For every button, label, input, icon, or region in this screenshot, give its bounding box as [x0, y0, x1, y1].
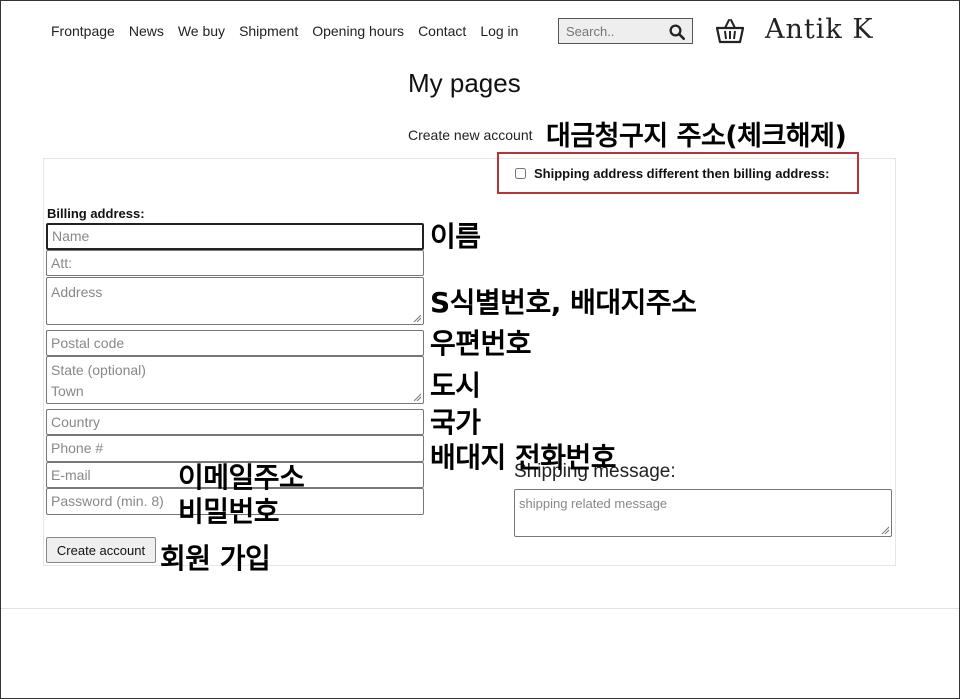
name-placeholder: Name: [52, 228, 90, 244]
basket-icon[interactable]: [716, 18, 744, 44]
create-account-heading: Create new account: [408, 127, 533, 143]
nav-contact[interactable]: Contact: [418, 23, 466, 39]
nav-news[interactable]: News: [129, 23, 164, 39]
search-input[interactable]: [559, 23, 664, 39]
password-placeholder: Password (min. 8): [51, 493, 164, 509]
shipping-different-checkbox[interactable]: [515, 168, 526, 179]
nav-opening-hours[interactable]: Opening hours: [312, 23, 404, 39]
annotation-address: S식별번호, 배대지주소: [430, 286, 697, 319]
annotation-password: 비밀번호: [178, 495, 280, 528]
postal-code-field[interactable]: Postal code: [46, 330, 424, 356]
shipping-message-placeholder: shipping related message: [519, 496, 668, 511]
footer-divider: [1, 608, 959, 609]
shipping-different-toggle[interactable]: Shipping address different then billing …: [515, 166, 829, 181]
annotation-signup: 회원 가입: [160, 542, 271, 575]
billing-address-label: Billing address:: [47, 206, 145, 221]
shipping-message-field[interactable]: shipping related message: [514, 489, 892, 537]
address-placeholder: Address: [51, 284, 103, 300]
nav-log-in[interactable]: Log in: [480, 23, 518, 39]
page-title: My pages: [408, 68, 521, 98]
nav-we-buy[interactable]: We buy: [178, 23, 225, 39]
nav-frontpage[interactable]: Frontpage: [51, 23, 115, 39]
name-field[interactable]: Name: [46, 223, 424, 250]
brand-logo[interactable]: Antik K: [765, 14, 874, 45]
postal-placeholder: Postal code: [51, 334, 125, 351]
address-field[interactable]: Address: [46, 277, 424, 325]
email-placeholder: E-mail: [51, 466, 91, 483]
resize-grip-icon[interactable]: [413, 393, 421, 401]
annotation-name: 이름: [430, 220, 481, 253]
country-placeholder: Country: [51, 413, 101, 430]
att-placeholder: Att:: [51, 254, 73, 271]
state-town-field[interactable]: State (optional) Town: [46, 356, 424, 404]
annotation-city: 도시: [430, 369, 481, 402]
country-field[interactable]: Country: [46, 409, 424, 435]
annotation-billing-uncheck: 대금청구지 주소(체크해제): [546, 121, 847, 152]
create-account-button[interactable]: Create account: [46, 537, 156, 563]
phone-placeholder: Phone #: [51, 440, 104, 456]
search-icon[interactable]: [668, 23, 686, 41]
state-town-placeholder: State (optional) Town: [51, 362, 146, 399]
search-box: [558, 18, 693, 44]
att-field[interactable]: Att:: [46, 250, 424, 276]
annotation-postal: 우편번호: [430, 327, 532, 360]
annotation-phone: 배대지 전화번호: [430, 441, 617, 474]
nav-shipment[interactable]: Shipment: [239, 23, 298, 39]
resize-grip-icon[interactable]: [413, 314, 421, 322]
shipping-different-label: Shipping address different then billing …: [534, 166, 830, 181]
annotation-country: 국가: [430, 406, 481, 439]
main-nav: Frontpage News We buy Shipment Opening h…: [51, 23, 518, 39]
resize-grip-icon[interactable]: [881, 526, 889, 534]
